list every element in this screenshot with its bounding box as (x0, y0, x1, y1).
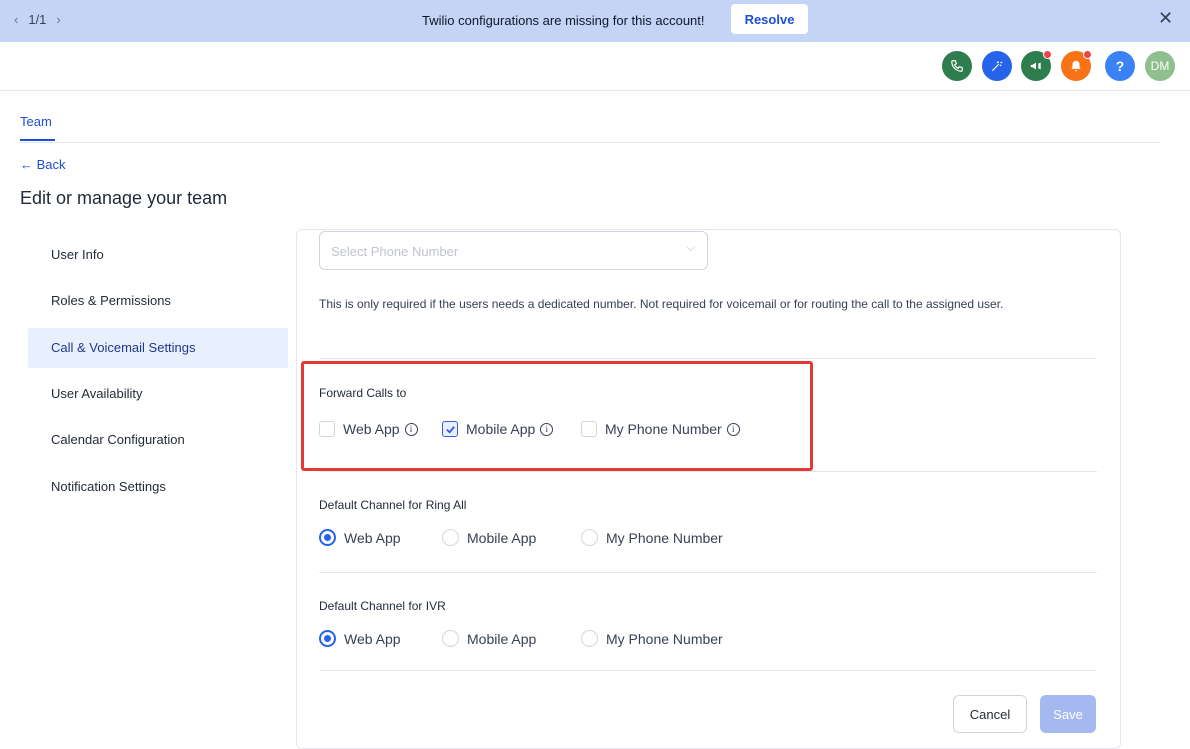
radio[interactable] (319, 630, 336, 647)
notification-dot (1043, 50, 1052, 59)
annotation-highlight-box (301, 361, 813, 471)
banner-pager: ‹ 1/1 › (14, 12, 61, 27)
sidebar-item-calendar-configuration[interactable]: Calendar Configuration (28, 420, 288, 460)
radio[interactable] (442, 529, 459, 546)
active-tab-indicator (20, 139, 55, 141)
radio[interactable] (442, 630, 459, 647)
chevron-down-icon: ⌵ (686, 242, 695, 254)
phone-select-placeholder: Select Phone Number (331, 244, 459, 259)
notification-dot (1083, 50, 1092, 59)
ring-all-web-app-radio[interactable]: Web App (319, 529, 401, 546)
option-label: Web App (344, 529, 401, 546)
divider (319, 572, 1097, 573)
radio[interactable] (581, 630, 598, 647)
option-label: Mobile App (467, 630, 537, 647)
phone-number-select[interactable]: Select Phone Number ⌵ (319, 231, 708, 270)
bell-icon[interactable] (1061, 50, 1092, 81)
tab-bar: Team (20, 92, 1160, 143)
ivr-my-phone-number-radio[interactable]: My Phone Number (581, 630, 723, 647)
divider (319, 670, 1097, 671)
banner-message: Twilio configurations are missing for th… (422, 13, 705, 28)
radio[interactable] (581, 529, 598, 546)
option-label: Mobile App (467, 529, 537, 546)
megaphone-icon[interactable] (1021, 50, 1052, 81)
chevron-left-icon[interactable]: ‹ (14, 12, 18, 27)
ring-all-my-phone-number-radio[interactable]: My Phone Number (581, 529, 723, 546)
pager-count: 1/1 (28, 12, 47, 27)
notification-banner: ‹ 1/1 › Twilio configurations are missin… (0, 0, 1190, 42)
avatar[interactable]: DM (1145, 51, 1175, 81)
sidebar-item-user-availability[interactable]: User Availability (28, 374, 288, 414)
ring-all-mobile-app-radio[interactable]: Mobile App (442, 529, 536, 546)
top-bar: ? DM (0, 42, 1190, 91)
cancel-button[interactable]: Cancel (953, 695, 1027, 733)
close-icon[interactable]: ✕ (1158, 8, 1173, 29)
avatar-initials: DM (1150, 59, 1170, 73)
tab-team[interactable]: Team (20, 114, 52, 129)
back-link[interactable]: ← Back (20, 157, 66, 172)
helper-text: This is only required if the users needs… (319, 297, 1004, 311)
resolve-button[interactable]: Resolve (731, 4, 808, 34)
divider (319, 471, 1097, 472)
phone-icon[interactable] (942, 51, 972, 81)
save-button[interactable]: Save (1040, 695, 1096, 733)
ivr-web-app-radio[interactable]: Web App (319, 630, 401, 647)
divider (319, 358, 1097, 359)
sidebar-item-notification-settings[interactable]: Notification Settings (28, 467, 288, 507)
ivr-label: Default Channel for IVR (319, 599, 446, 613)
magic-wand-icon[interactable] (982, 51, 1012, 81)
chevron-right-icon[interactable]: › (56, 12, 60, 27)
help-icon[interactable]: ? (1105, 51, 1135, 81)
option-label: My Phone Number (606, 630, 723, 647)
option-label: Web App (344, 630, 401, 647)
help-glyph: ? (1115, 58, 1125, 74)
sidebar-item-roles-permissions[interactable]: Roles & Permissions (28, 281, 288, 321)
page-title: Edit or manage your team (20, 188, 228, 208)
ring-all-label: Default Channel for Ring All (319, 498, 467, 512)
sidebar-item-user-info[interactable]: User Info (28, 235, 288, 275)
sidebar-item-call-voicemail-settings[interactable]: Call & Voicemail Settings (28, 328, 288, 368)
option-label: My Phone Number (606, 529, 723, 546)
ivr-mobile-app-radio[interactable]: Mobile App (442, 630, 536, 647)
radio[interactable] (319, 529, 336, 546)
